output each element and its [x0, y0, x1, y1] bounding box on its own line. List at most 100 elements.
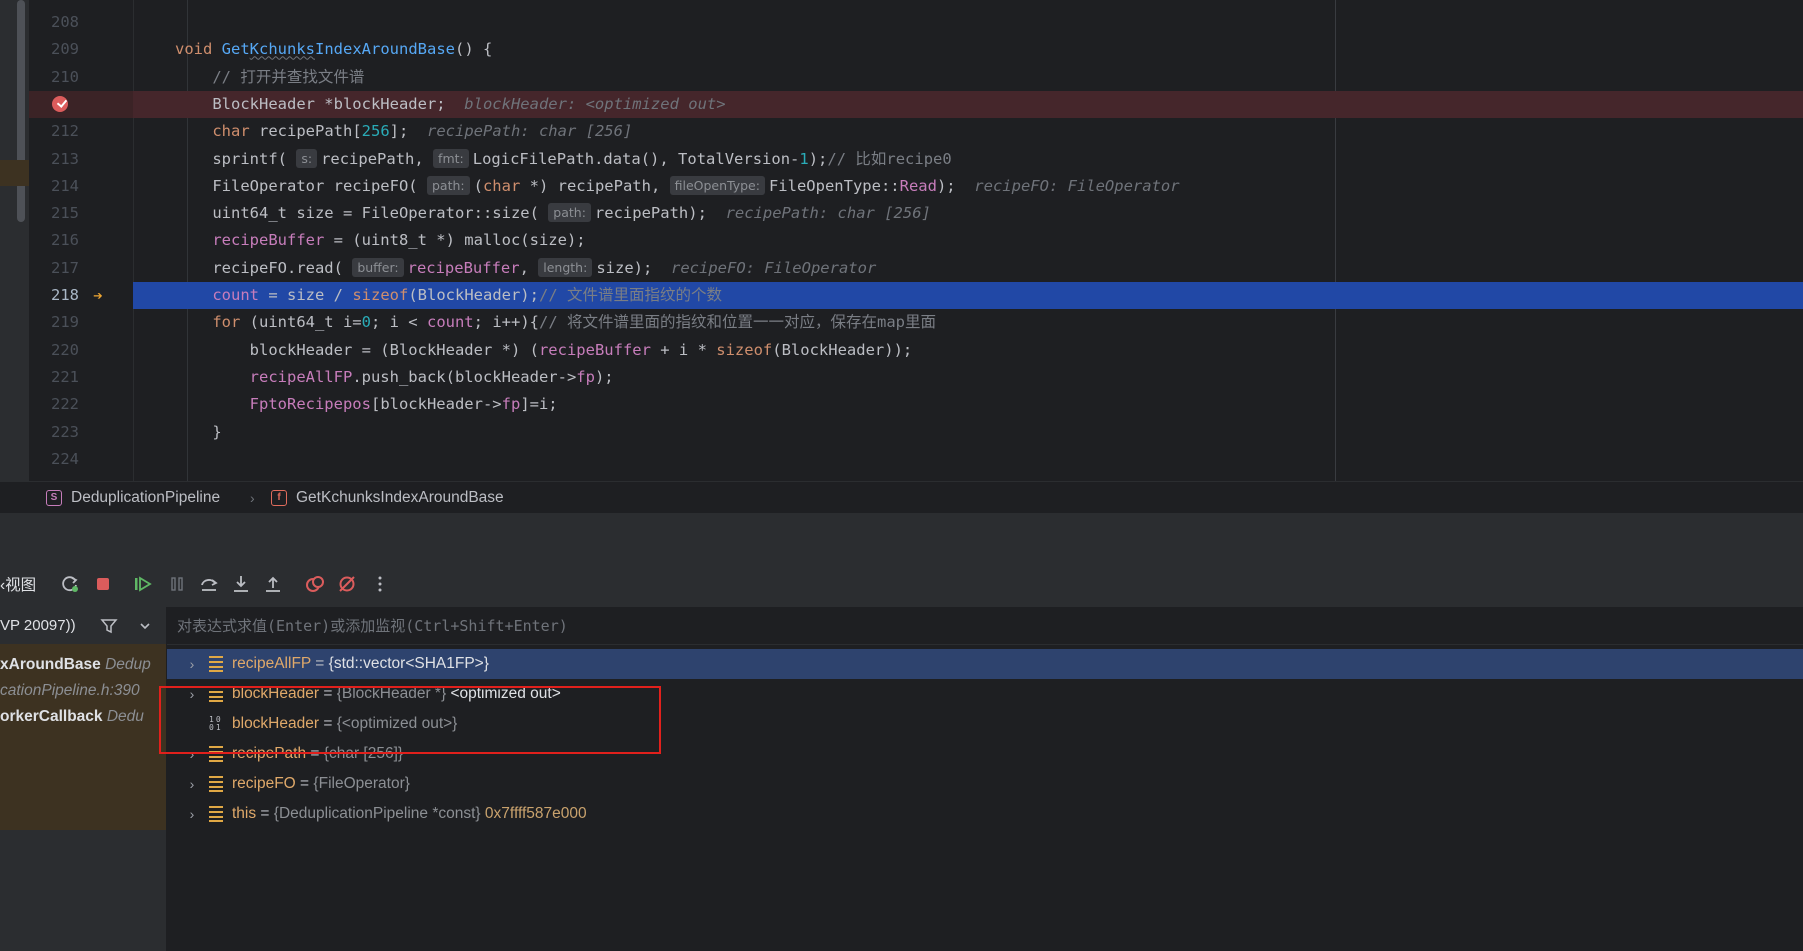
code-line[interactable]: 212 char recipePath[256]; recipePath: ch… — [29, 118, 1803, 145]
code-text[interactable]: void GetKchunksIndexAroundBase() { — [175, 36, 492, 63]
code-text[interactable]: BlockHeader *blockHeader; blockHeader: <… — [175, 91, 725, 118]
code-text[interactable]: for (uint64_t i=0; i < count; i++){// 将文… — [175, 309, 936, 336]
expand-chevron-icon[interactable]: › — [185, 799, 199, 829]
code-text[interactable]: recipeAllFP.push_back(blockHeader->fp); — [175, 364, 614, 391]
code-line[interactable]: 223 } — [29, 419, 1803, 446]
line-number[interactable]: 210 — [29, 64, 79, 91]
code-token: uint64_t size = FileOperator::size( — [175, 204, 549, 223]
code-token: 1 — [799, 149, 809, 168]
line-number[interactable]: 214 — [29, 173, 79, 200]
pause-icon[interactable] — [165, 574, 189, 598]
line-number[interactable]: 222 — [29, 391, 79, 418]
code-text[interactable]: blockHeader = (BlockHeader *) (recipeBuf… — [175, 337, 913, 364]
code-line[interactable]: 222 FptoRecipepos[blockHeader->fp]=i; — [29, 391, 1803, 418]
thread-selector[interactable]: VP 20097)) — [0, 607, 166, 645]
variable-row[interactable]: › recipePath = {char [256]} — [167, 739, 1803, 769]
code-text[interactable]: FptoRecipepos[blockHeader->fp]=i; — [175, 391, 558, 418]
line-number[interactable]: 208 — [29, 9, 79, 36]
line-number[interactable]: 212 — [29, 118, 79, 145]
code-line[interactable]: 210 // 打开并查找文件谱 — [29, 64, 1803, 91]
code-line[interactable]: 220 blockHeader = (BlockHeader *) (recip… — [29, 337, 1803, 364]
code-line[interactable]: 217 recipeFO.read( buffer: recipeBuffer, … — [29, 255, 1803, 282]
code-line[interactable]: 219 for (uint64_t i=0; i < count; i++){/… — [29, 309, 1803, 336]
code-line[interactable]: 221 recipeAllFP.push_back(blockHeader->f… — [29, 364, 1803, 391]
expand-chevron-icon[interactable]: › — [185, 649, 199, 679]
step-out-icon[interactable] — [261, 574, 285, 598]
code-text[interactable]: recipeBuffer = (uint8_t *) malloc(size); — [175, 227, 585, 254]
line-number[interactable]: 215 — [29, 200, 79, 227]
filter-icon[interactable] — [100, 607, 118, 644]
variable-value: <optimized out> — [450, 685, 561, 702]
step-over-icon[interactable] — [197, 574, 221, 598]
code-editor[interactable]: 208 209 void GetKchunksIndexAroundBase() {… — [0, 0, 1803, 481]
code-text[interactable]: // 打开并查找文件谱 — [175, 64, 364, 91]
evaluate-expression-input[interactable] — [175, 607, 1679, 644]
variable-type: {FileOperator} — [313, 775, 410, 792]
code-line[interactable]: 224 — [29, 446, 1803, 473]
code-text[interactable]: sprintf( s: recipePath, fmt: LogicFilePath… — [175, 146, 952, 173]
line-number[interactable]: 217 — [29, 255, 79, 282]
view-breakpoints-icon[interactable] — [303, 574, 327, 598]
more-icon[interactable] — [368, 574, 392, 598]
inline-value: recipePath: char [256] — [408, 122, 633, 141]
code-line[interactable]: BlockHeader *blockHeader; blockHeader: <… — [29, 90, 1803, 118]
debug-toolbar: ‹视图 — [0, 564, 1803, 608]
debug-view-title[interactable]: ‹视图 — [0, 564, 36, 607]
line-number[interactable]: 218 — [29, 282, 79, 309]
frame-location: Dedup — [100, 656, 151, 673]
line-number[interactable]: 221 — [29, 364, 79, 391]
code-text[interactable]: FileOperator recipeFO( path: (char *) rec… — [175, 173, 1180, 200]
code-line[interactable]: 209 void GetKchunksIndexAroundBase() { — [29, 36, 1803, 63]
rerun-icon[interactable] — [58, 574, 82, 598]
variable-row[interactable]: › recipeAllFP = {std::vector<SHA1FP>} — [167, 649, 1803, 679]
code-token: size); — [596, 258, 653, 277]
code-line[interactable]: 214 FileOperator recipeFO( path: (char *)… — [29, 173, 1803, 200]
expand-chevron-icon[interactable]: › — [185, 739, 199, 769]
code-text[interactable]: char recipePath[256]; recipePath: char [… — [175, 118, 632, 145]
code-text[interactable]: } — [175, 419, 222, 446]
code-token: LogicFilePath.data(), TotalVersion- — [472, 149, 800, 168]
variable-row[interactable]: › recipeFO = {FileOperator} — [167, 769, 1803, 799]
scrollbar-thumb[interactable] — [17, 0, 25, 222]
code-token: ; i++){ — [473, 313, 539, 332]
variable-row[interactable]: › this = {DeduplicationPipeline *const} 0… — [167, 799, 1803, 829]
variable-equals: = — [319, 685, 337, 702]
code-text[interactable]: uint64_t size = FileOperator::size( path… — [175, 200, 931, 227]
line-number[interactable]: 216 — [29, 227, 79, 254]
code-token: (BlockHeader); — [408, 286, 539, 304]
stop-icon[interactable] — [91, 574, 115, 598]
resume-icon[interactable] — [131, 574, 155, 598]
variable-row[interactable]: 1 0 0 1 blockHeader = {<optimized out>} — [167, 709, 1803, 739]
expand-chevron-icon[interactable]: › — [185, 769, 199, 799]
step-into-icon[interactable] — [229, 574, 253, 598]
code-token: recipeBuffer — [538, 340, 651, 359]
code-token: Get — [221, 40, 250, 59]
breakpoint-icon[interactable] — [49, 91, 71, 118]
code-line[interactable]: 218 ➔ count = size / sizeof(BlockHeader);… — [29, 282, 1803, 309]
code-line[interactable]: 213 sprintf( s: recipePath, fmt: LogicFile… — [29, 146, 1803, 173]
breadcrumb-class[interactable]: S DeduplicationPipeline — [46, 482, 220, 514]
code-line[interactable]: 215 uint64_t size = FileOperator::size( … — [29, 200, 1803, 227]
line-number[interactable]: 224 — [29, 446, 79, 473]
code-text[interactable]: recipeFO.read( buffer: recipeBuffer, leng… — [175, 255, 876, 282]
code-line[interactable]: 208 — [29, 9, 1803, 36]
line-number[interactable]: 219 — [29, 309, 79, 336]
line-number[interactable]: 213 — [29, 146, 79, 173]
code-token: (BlockHeader)); — [772, 340, 913, 359]
code-token: } — [175, 422, 222, 441]
stack-frame[interactable]: orkerCallback Dedu — [0, 702, 166, 732]
line-number[interactable]: 220 — [29, 337, 79, 364]
code-token: IndexAroundBase — [315, 40, 455, 59]
parameter-hint: fmt: — [433, 148, 469, 168]
mute-breakpoints-icon[interactable] — [335, 574, 359, 598]
code-text[interactable]: count = size / sizeof(BlockHeader);// 文件… — [175, 282, 722, 309]
line-number[interactable]: 223 — [29, 419, 79, 446]
line-number[interactable]: 209 — [29, 36, 79, 63]
code-line[interactable]: 216 recipeBuffer = (uint8_t *) malloc(si… — [29, 227, 1803, 254]
variable-type: {BlockHeader *} — [336, 685, 451, 702]
variable-row[interactable]: › blockHeader = {BlockHeader *} <optimize… — [167, 679, 1803, 709]
debug-tool-header — [0, 513, 1803, 565]
chevron-down-icon[interactable] — [138, 607, 152, 644]
breadcrumb-function[interactable]: f GetKchunksIndexAroundBase — [271, 482, 504, 514]
expand-chevron-icon[interactable]: › — [185, 679, 199, 709]
